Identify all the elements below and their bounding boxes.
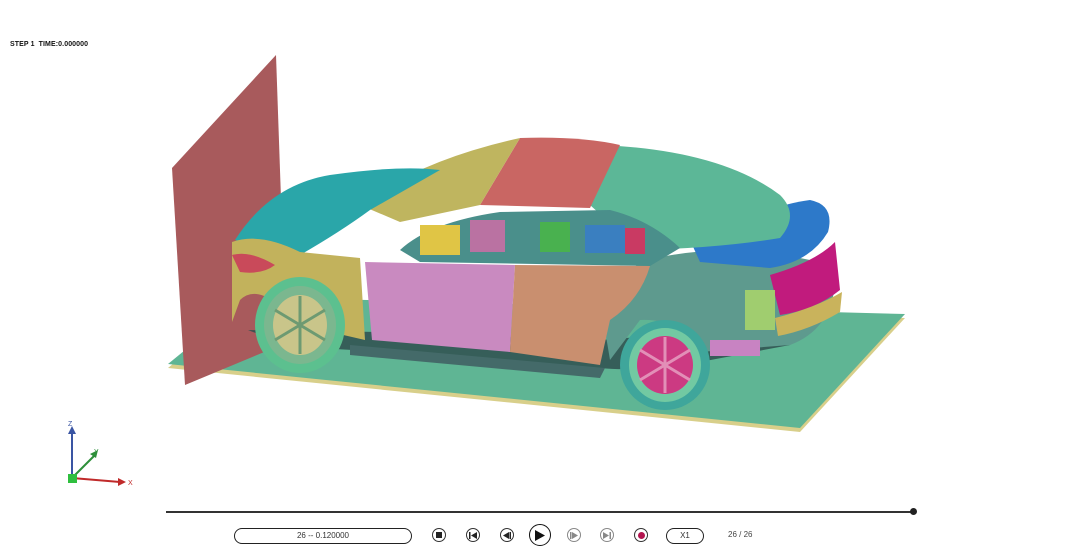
- step-back-button[interactable]: [500, 528, 514, 542]
- skip-first-icon: [469, 531, 477, 539]
- rear-lower-component: [710, 340, 760, 356]
- front-door: [365, 262, 515, 352]
- play-button[interactable]: [529, 524, 551, 546]
- frame-counter: 26 / 26: [728, 530, 753, 539]
- axis-triad: Z Y X: [68, 421, 133, 487]
- interior-pillar: [625, 228, 645, 254]
- interior-frame: [540, 222, 570, 252]
- timeline-slider[interactable]: [166, 508, 917, 515]
- interior-seat: [420, 225, 460, 255]
- z-axis-label: Z: [68, 421, 73, 428]
- skip-last-icon: [603, 531, 611, 539]
- x-axis-label: X: [128, 480, 133, 487]
- y-axis-label: Y: [94, 449, 99, 456]
- step-forward-icon: [570, 531, 578, 539]
- record-button[interactable]: [634, 528, 648, 542]
- rear-wheel: [620, 320, 710, 410]
- frame-range-field[interactable]: 26 -- 0.120000: [234, 528, 412, 544]
- record-icon: [637, 531, 645, 539]
- interior-trim: [470, 220, 505, 252]
- simulation-viewer[interactable]: STEP 1 TIME:0.000000 Z Y X 26 -- 0.12000…: [0, 0, 1078, 554]
- play-icon: [535, 529, 545, 541]
- front-wheel: [255, 277, 345, 373]
- timeline-thumb[interactable]: [910, 508, 917, 515]
- stop-icon: [436, 532, 442, 538]
- rear-crash-component: [745, 290, 775, 330]
- step-back-icon: [503, 531, 511, 539]
- skip-last-button[interactable]: [600, 528, 614, 542]
- speed-button[interactable]: X1: [666, 528, 704, 544]
- interior-panel: [585, 225, 625, 253]
- step-forward-button[interactable]: [567, 528, 581, 542]
- 3d-model-viewport[interactable]: [0, 0, 1078, 500]
- playback-controls: 26 -- 0.120000 X1 26 / 26: [0, 524, 1078, 548]
- skip-first-button[interactable]: [466, 528, 480, 542]
- stop-button[interactable]: [432, 528, 446, 542]
